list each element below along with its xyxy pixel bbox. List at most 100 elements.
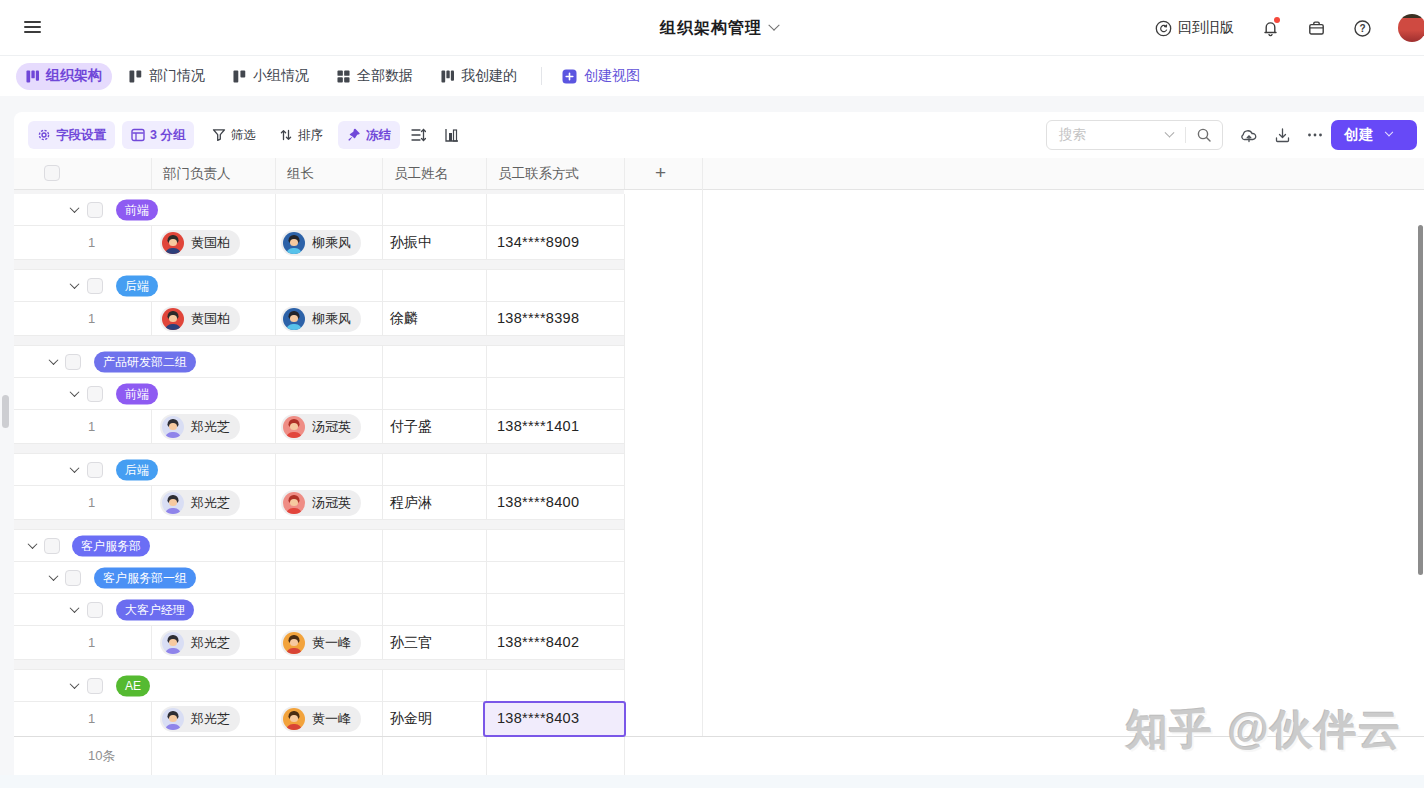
group-checkbox[interactable]	[87, 202, 103, 218]
search-input[interactable]: 搜索	[1046, 120, 1223, 150]
freeze-button[interactable]: 冻结	[338, 121, 400, 149]
menu-icon[interactable]	[24, 20, 41, 36]
person-chip[interactable]: 黄一峰	[281, 630, 361, 656]
tab-my-created[interactable]: 我创建的	[431, 63, 527, 90]
group-collapse-chevron[interactable]	[67, 387, 81, 401]
data-row[interactable]: 1黄国柏柳乘风徐麟138****8398	[14, 302, 625, 336]
cloud-upload-button[interactable]	[1238, 124, 1260, 146]
help-button[interactable]: ?	[1352, 18, 1372, 38]
group-badge[interactable]: 客户服务部一组	[94, 567, 196, 588]
back-to-old-button[interactable]: 回到旧版	[1155, 19, 1234, 37]
more-button[interactable]	[1304, 124, 1326, 146]
data-row[interactable]: 1黄国柏柳乘风孙振中134****8909	[14, 226, 625, 260]
employee-name-cell[interactable]: 孙振中	[390, 226, 432, 259]
phone-cell[interactable]: 138****8403	[497, 702, 579, 735]
tab-team[interactable]: 小组情况	[223, 63, 319, 90]
row-height-button[interactable]	[407, 124, 429, 146]
employee-name-cell[interactable]: 程庐淋	[390, 486, 432, 519]
data-row[interactable]: 1郑光芝汤冠英程庐淋138****8400	[14, 486, 625, 520]
phone-cell[interactable]: 138****8398	[497, 302, 579, 335]
phone-cell[interactable]: 138****1401	[497, 410, 579, 443]
group-row[interactable]: 后端	[14, 270, 625, 302]
person-chip[interactable]: 柳乘风	[281, 230, 361, 256]
group-checkbox[interactable]	[44, 538, 60, 554]
group-row[interactable]: AE	[14, 670, 625, 702]
group-row[interactable]: 大客户经理	[14, 594, 625, 626]
group-row[interactable]: 产品研发部二组	[14, 346, 625, 378]
person-chip[interactable]: 黄国柏	[160, 306, 240, 332]
group-collapse-chevron[interactable]	[67, 463, 81, 477]
group-checkbox[interactable]	[87, 386, 103, 402]
group-collapse-chevron[interactable]	[67, 203, 81, 217]
group-checkbox[interactable]	[87, 678, 103, 694]
group-checkbox[interactable]	[65, 354, 81, 370]
group-checkbox[interactable]	[87, 278, 103, 294]
data-row[interactable]: 1郑光芝黄一峰孙金明138****8403	[14, 702, 625, 736]
group-row[interactable]: 后端	[14, 454, 625, 486]
chart-view-button[interactable]	[441, 124, 463, 146]
person-chip[interactable]: 汤冠英	[281, 490, 361, 516]
group-collapse-chevron[interactable]	[67, 603, 81, 617]
group-badge[interactable]: 大客户经理	[116, 599, 194, 620]
column-header-phone[interactable]: 员工联系方式	[498, 158, 579, 189]
column-header-manager[interactable]: 部门负责人	[163, 158, 231, 189]
phone-cell[interactable]: 138****8400	[497, 486, 579, 519]
group-badge[interactable]: 后端	[116, 459, 158, 480]
group-badge[interactable]: 前端	[116, 199, 158, 220]
column-header-leader[interactable]: 组长	[287, 158, 314, 189]
notifications-button[interactable]	[1260, 18, 1280, 38]
vertical-scrollbar[interactable]	[1418, 225, 1423, 575]
group-collapse-chevron[interactable]	[25, 539, 39, 553]
create-button[interactable]: 创建	[1331, 120, 1417, 150]
group-checkbox[interactable]	[87, 462, 103, 478]
group-checkbox[interactable]	[87, 602, 103, 618]
workspace-button[interactable]	[1306, 18, 1326, 38]
phone-cell[interactable]: 134****8909	[497, 226, 579, 259]
person-chip[interactable]: 柳乘风	[281, 306, 361, 332]
group-badge[interactable]: 后端	[116, 275, 158, 296]
person-chip[interactable]: 郑光芝	[160, 414, 240, 440]
employee-name-cell[interactable]: 孙三官	[390, 626, 432, 659]
group-collapse-chevron[interactable]	[67, 679, 81, 693]
person-chip[interactable]: 郑光芝	[160, 490, 240, 516]
title-chevron-icon[interactable]	[768, 20, 779, 31]
group-row[interactable]: 客户服务部	[14, 530, 625, 562]
tab-department[interactable]: 部门情况	[119, 63, 215, 90]
select-all-checkbox[interactable]	[44, 165, 60, 181]
tab-org-structure[interactable]: 组织架构	[16, 63, 112, 90]
user-avatar[interactable]	[1398, 14, 1424, 42]
group-badge[interactable]: 客户服务部	[72, 535, 150, 556]
data-row[interactable]: 1郑光芝黄一峰孙三官138****8402	[14, 626, 625, 660]
column-header-employee[interactable]: 员工姓名	[394, 158, 448, 189]
group-collapse-chevron[interactable]	[67, 279, 81, 293]
field-settings-button[interactable]: 字段设置	[28, 121, 115, 149]
data-row[interactable]: 1郑光芝汤冠英付子盛138****1401	[14, 410, 625, 444]
group-collapse-chevron[interactable]	[46, 571, 60, 585]
download-button[interactable]	[1271, 124, 1293, 146]
employee-name-cell[interactable]: 孙金明	[390, 702, 432, 735]
search-icon[interactable]	[1196, 127, 1212, 143]
group-badge[interactable]: 产品研发部二组	[94, 351, 196, 372]
group-collapse-chevron[interactable]	[46, 355, 60, 369]
person-chip[interactable]: 黄国柏	[160, 230, 240, 256]
filter-button[interactable]: 筛选	[203, 121, 265, 149]
search-chevron-icon[interactable]	[1165, 127, 1175, 137]
group-badge[interactable]: AE	[116, 675, 150, 696]
group-row[interactable]: 客户服务部一组	[14, 562, 625, 594]
add-column-button[interactable]: +	[655, 162, 666, 184]
grouping-button[interactable]: 3 分组	[122, 121, 194, 149]
group-checkbox[interactable]	[65, 570, 81, 586]
tab-all-data[interactable]: 全部数据	[327, 63, 423, 90]
group-badge[interactable]: 前端	[116, 383, 158, 404]
person-chip[interactable]: 黄一峰	[281, 706, 361, 732]
left-scroll-handle[interactable]	[2, 395, 9, 428]
sort-button[interactable]: 排序	[270, 121, 332, 149]
create-view-button[interactable]: 创建视图	[552, 67, 650, 85]
employee-name-cell[interactable]: 付子盛	[390, 410, 432, 443]
person-chip[interactable]: 郑光芝	[160, 706, 240, 732]
person-chip[interactable]: 汤冠英	[281, 414, 361, 440]
employee-name-cell[interactable]: 徐麟	[390, 302, 418, 335]
phone-cell[interactable]: 138****8402	[497, 626, 579, 659]
person-chip[interactable]: 郑光芝	[160, 630, 240, 656]
group-row[interactable]: 前端	[14, 194, 625, 226]
